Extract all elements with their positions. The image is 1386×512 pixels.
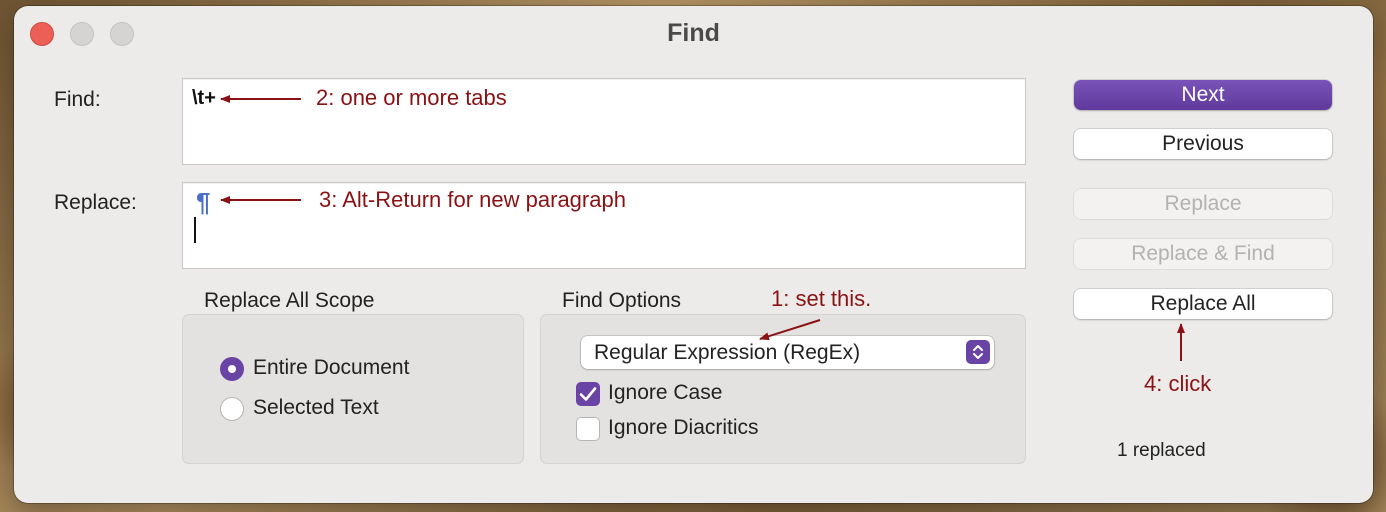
annotation-arrows [220,95,1185,361]
arrow-to-search-mode [759,319,821,341]
find-dialog: Find Find: \t+ Replace: ¶ Replace All Sc… [14,6,1373,503]
